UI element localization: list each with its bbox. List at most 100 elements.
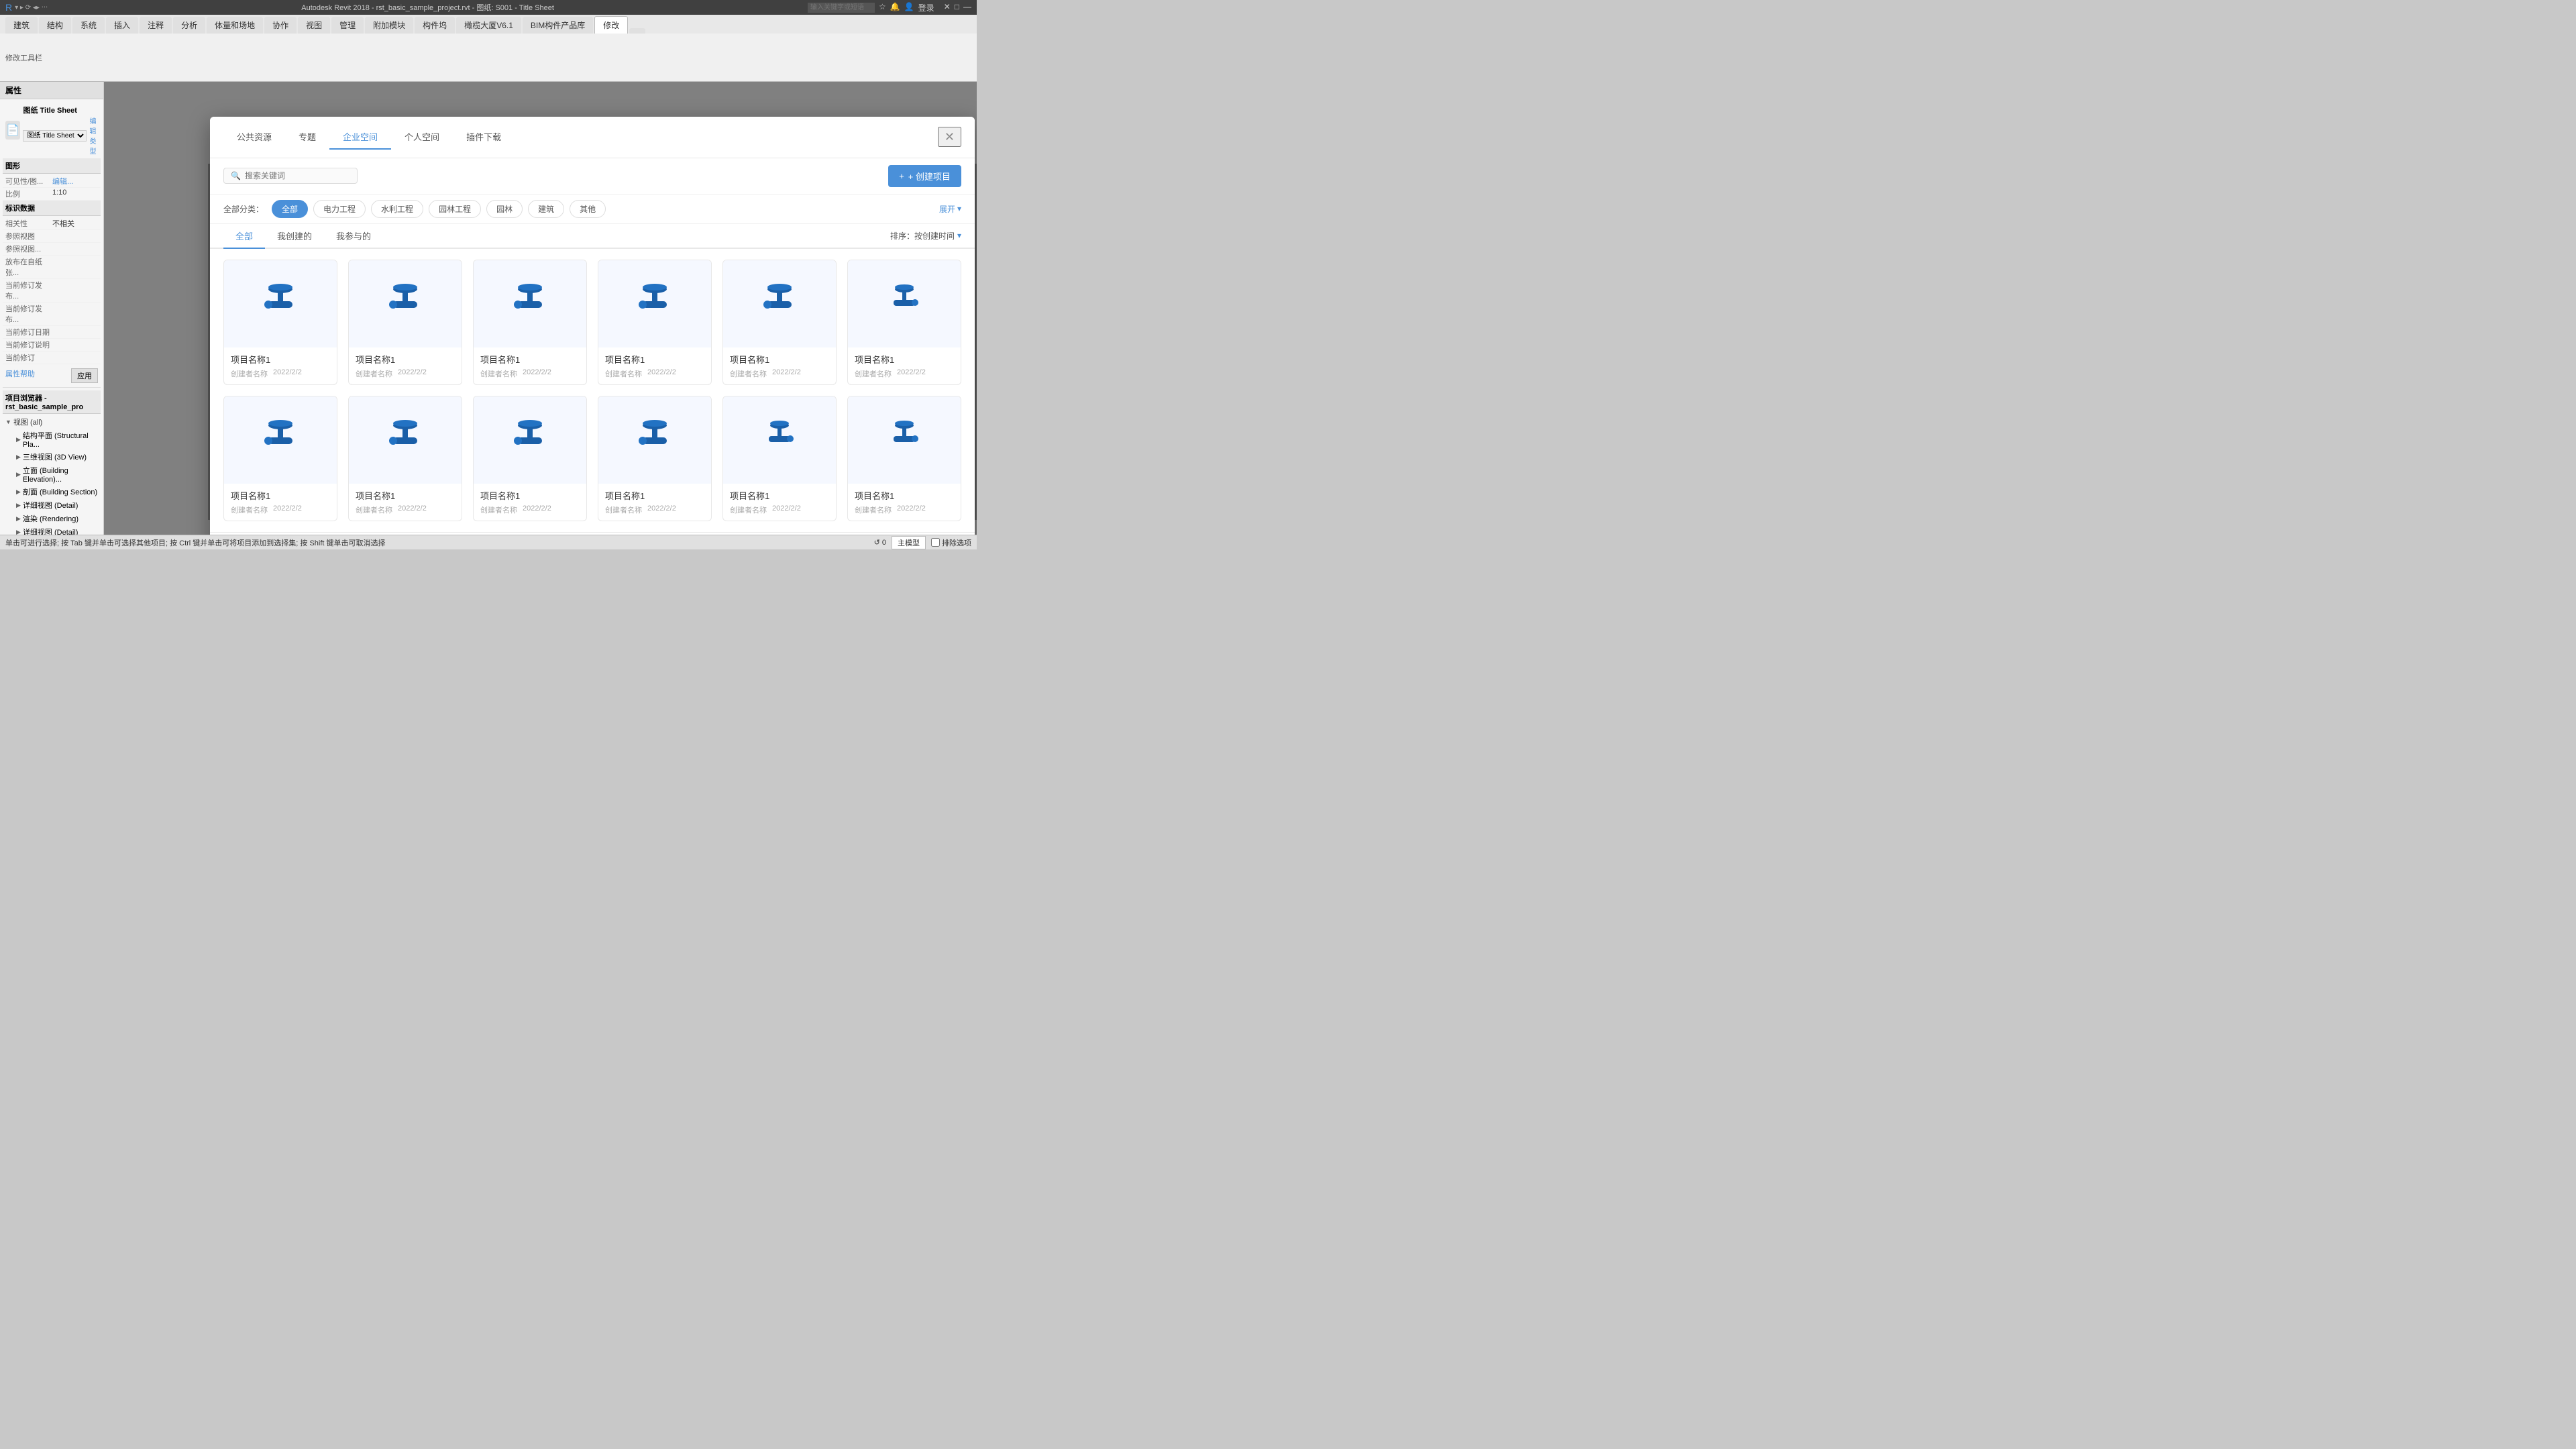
modal-tab-enterprise[interactable]: 企业空间 (329, 125, 391, 150)
tab-architecture[interactable]: 建筑 (5, 17, 38, 34)
search-input-title[interactable] (808, 3, 875, 13)
item-title: 项目名称1 (605, 489, 704, 502)
tree-detail-view[interactable]: ▶详细视图 (Detail) (8, 498, 101, 512)
modal-tab-topic[interactable]: 专题 (285, 125, 329, 150)
title-bar-icons: ☆ 🔔 👤 登录 ✕ □ — (879, 2, 971, 13)
tab-view[interactable]: 视图 (298, 17, 330, 34)
signin-label[interactable]: 登录 (918, 2, 934, 13)
exclude-option[interactable]: 排除选项 (931, 537, 971, 548)
category-btn-architecture[interactable]: 建筑 (528, 200, 564, 218)
maximize-icon[interactable]: □ (955, 2, 959, 13)
list-item[interactable]: 项目名称1 创建者名称 2022/2/2 (598, 260, 712, 385)
item-date: 2022/2/2 (647, 504, 676, 515)
list-item[interactable]: 项目名称1 创建者名称 2022/2/2 (847, 260, 961, 385)
expand-categories-button[interactable]: 展开 ▾ (939, 203, 961, 215)
sub-tab-joined[interactable]: 我参与的 (324, 224, 383, 249)
close-icon[interactable]: ✕ (944, 2, 951, 13)
project-grid: 项目名称1 创建者名称 2022/2/2 (210, 249, 975, 532)
list-item[interactable]: 项目名称1 创建者名称 2022/2/2 (847, 396, 961, 521)
tab-analyze[interactable]: 分析 (173, 17, 205, 34)
tree-3d-view[interactable]: ▶三维视图 (3D View) (8, 450, 101, 464)
item-info: 项目名称1 创建者名称 2022/2/2 (224, 484, 337, 521)
tab-extra[interactable] (629, 28, 645, 34)
modal-tab-public[interactable]: 公共资源 (223, 125, 285, 150)
list-item[interactable]: 项目名称1 创建者名称 2022/2/2 (223, 396, 337, 521)
modal-tab-plugins[interactable]: 插件下载 (453, 125, 515, 150)
item-meta: 创建者名称 2022/2/2 (730, 368, 829, 379)
sub-tab-created[interactable]: 我创建的 (265, 224, 324, 249)
tab-massing[interactable]: 体量和场地 (207, 17, 263, 34)
tree-views-all[interactable]: ▼ 视图 (all) (3, 415, 101, 429)
category-btn-water[interactable]: 水利工程 (371, 200, 423, 218)
edit-visibility-btn[interactable]: 编辑... (52, 176, 73, 186)
item-thumbnail (224, 260, 337, 347)
category-btn-landscape[interactable]: 园林 (486, 200, 523, 218)
item-title: 项目名称1 (730, 489, 829, 502)
modify-desc-row: 当前修订说明 (3, 339, 101, 352)
list-item[interactable]: 项目名称1 创建者名称 2022/2/2 (722, 260, 837, 385)
star-icon[interactable]: ☆ (879, 2, 886, 13)
apply-btn[interactable]: 应用 (71, 368, 98, 383)
tab-modify[interactable]: 修改 (594, 16, 628, 34)
list-item[interactable]: 项目名称1 创建者名称 2022/2/2 (473, 396, 587, 521)
sheet-select[interactable]: 图纸 Title Sheet (23, 130, 87, 142)
category-btn-electric[interactable]: 电力工程 (313, 200, 366, 218)
tab-annotate[interactable]: 注释 (140, 17, 172, 34)
tree-structural-plan[interactable]: ▶结构平面 (Structural Pla... (8, 429, 101, 450)
bell-icon[interactable]: 🔔 (890, 2, 900, 13)
tab-manage[interactable]: 管理 (331, 17, 364, 34)
tree-building-elevation[interactable]: ▶立面 (Building Elevation)... (8, 464, 101, 485)
tab-insert[interactable]: 插入 (106, 17, 138, 34)
tree-detail-view2[interactable]: ▶详细视图 (Detail) (8, 525, 101, 535)
identity-section-title: 标识数据 (3, 201, 101, 216)
tab-components[interactable]: 构件坞 (415, 17, 455, 34)
user-icon[interactable]: 👤 (904, 2, 914, 13)
create-project-button[interactable]: + + 创建项目 (888, 165, 961, 187)
list-item[interactable]: 项目名称1 创建者名称 2022/2/2 (473, 260, 587, 385)
category-btn-landscape-eng[interactable]: 园林工程 (429, 200, 481, 218)
modal-toolbar: 🔍 + + 创建项目 (210, 158, 975, 195)
tab-addins[interactable]: 附加模块 (365, 17, 413, 34)
item-meta: 创建者名称 2022/2/2 (356, 504, 455, 515)
item-author: 创建者名称 (605, 368, 642, 379)
on-sheet-label: 放布在自纸张... (5, 256, 52, 278)
chevron-icon: ▶ (16, 436, 21, 443)
category-btn-other[interactable]: 其他 (570, 200, 606, 218)
modal-dialog: 公共资源 专题 企业空间 个人空间 插件下载 ✕ 🔍 (210, 117, 975, 535)
on-sheet-row: 放布在自纸张... (3, 256, 101, 279)
item-info: 项目名称1 创建者名称 2022/2/2 (723, 484, 836, 521)
item-thumbnail (474, 260, 586, 347)
tab-bim[interactable]: BIM构件产品库 (523, 17, 593, 34)
modal-tab-personal[interactable]: 个人空间 (391, 125, 453, 150)
window-controls[interactable]: ☆ 🔔 👤 登录 ✕ □ — (808, 2, 971, 13)
list-item[interactable]: 项目名称1 创建者名称 2022/2/2 (223, 260, 337, 385)
modify-desc-label: 当前修订说明 (5, 339, 52, 350)
tree-rendering[interactable]: ▶渲染 (Rendering) (8, 512, 101, 525)
edit-type-btn[interactable]: 编辑类型 (89, 115, 98, 156)
sub-tab-all[interactable]: 全部 (223, 224, 265, 249)
view-mode-select[interactable]: 主模型 (892, 536, 926, 549)
category-btn-all[interactable]: 全部 (272, 200, 308, 218)
property-help-btn[interactable]: 属性帮助 (5, 368, 35, 383)
list-item[interactable]: 项目名称1 创建者名称 2022/2/2 (348, 260, 462, 385)
tab-collaborate[interactable]: 协作 (264, 17, 297, 34)
sort-button[interactable]: ▾ (957, 231, 961, 240)
search-input[interactable] (245, 171, 350, 180)
exclude-checkbox[interactable] (931, 538, 940, 547)
category-label: 全部分类： (223, 203, 264, 215)
tree-building-section[interactable]: ▶剖面 (Building Section) (8, 485, 101, 498)
item-thumbnail (349, 396, 462, 484)
sub-tabs: 全部 我创建的 我参与的 排序：按创建时间 ▾ (210, 224, 975, 249)
tab-structure[interactable]: 结构 (39, 17, 71, 34)
list-item[interactable]: 项目名称1 创建者名称 2022/2/2 (598, 396, 712, 521)
list-item[interactable]: 项目名称1 创建者名称 2022/2/2 (348, 396, 462, 521)
minimize-icon[interactable]: — (963, 2, 971, 13)
modal-close-button[interactable]: ✕ (938, 127, 961, 147)
tab-olive[interactable]: 橄榄大厦V6.1 (456, 17, 521, 34)
sort-label: 排序：按创建时间 (890, 230, 955, 241)
ribbon-tabs[interactable]: 建筑 结构 系统 插入 注释 分析 体量和场地 协作 视图 管理 附加模块 构件… (0, 15, 977, 34)
search-box[interactable]: 🔍 (223, 168, 358, 184)
tab-systems[interactable]: 系统 (72, 17, 105, 34)
rotation-display: ↺ 0 (874, 538, 886, 547)
list-item[interactable]: 项目名称1 创建者名称 2022/2/2 (722, 396, 837, 521)
